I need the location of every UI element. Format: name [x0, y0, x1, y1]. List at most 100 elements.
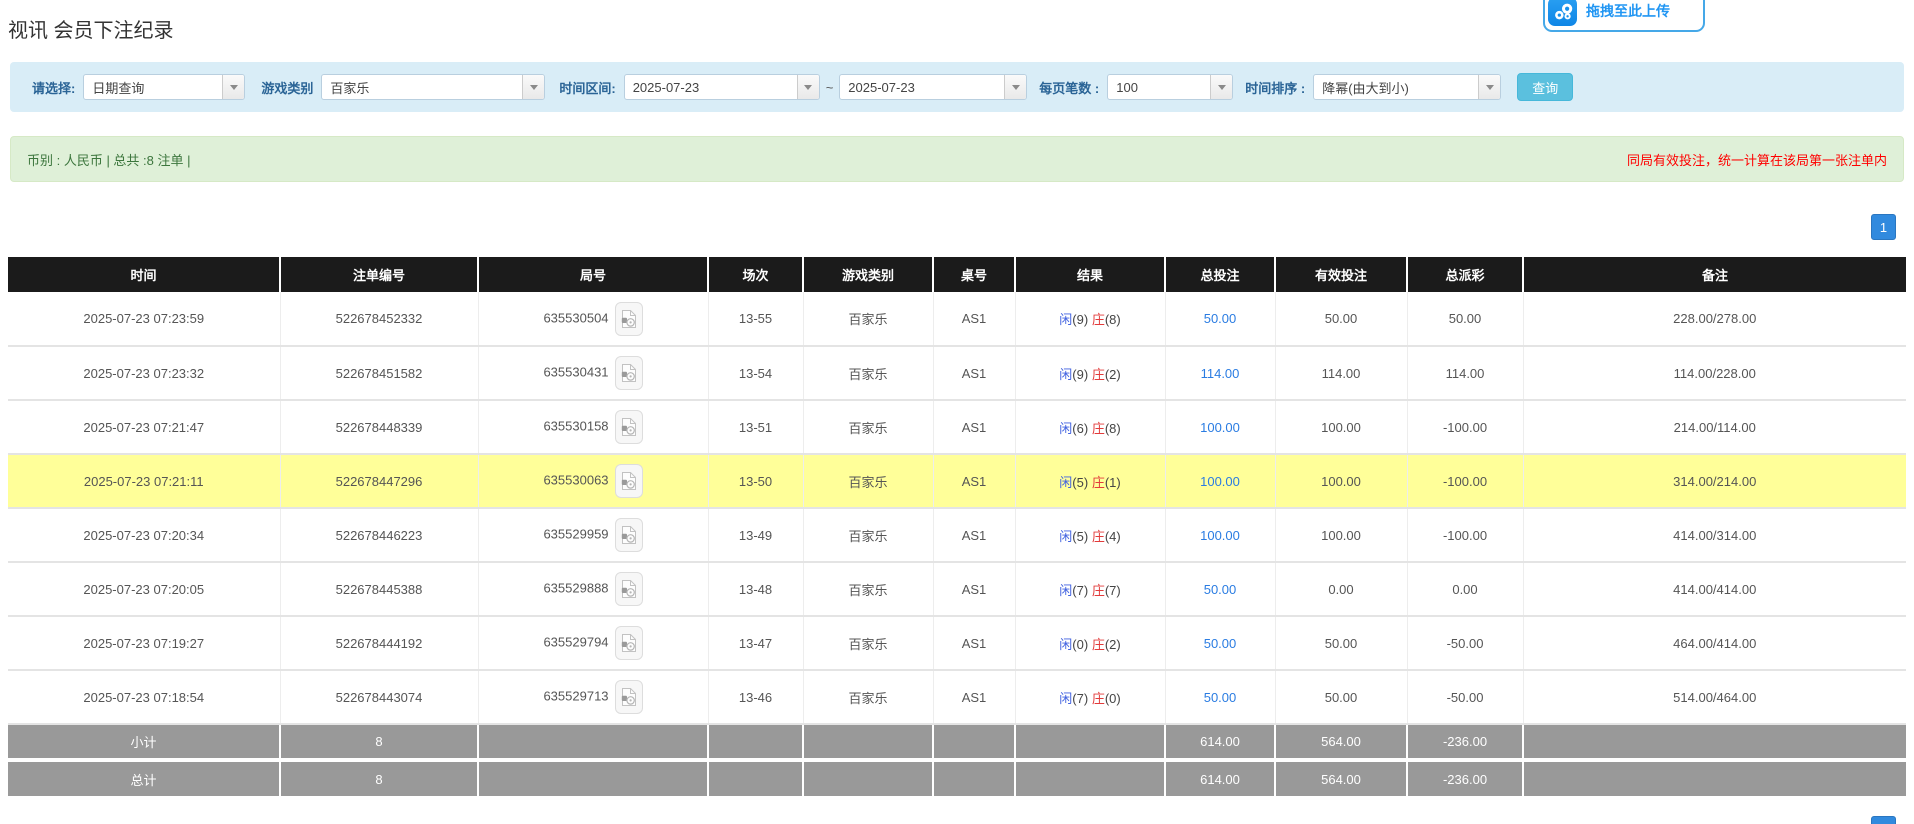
total-bet-link[interactable]: 50.00 — [1204, 636, 1237, 651]
range-tilde: ~ — [826, 80, 834, 95]
footer-empty — [933, 724, 1015, 758]
chevron-down-icon[interactable] — [1004, 75, 1026, 99]
result-player: 闲 — [1059, 421, 1072, 436]
date-from-select[interactable]: 2025-07-23 — [624, 74, 820, 100]
cell-note: 314.00/214.00 — [1523, 454, 1906, 508]
summary-bar: 币别 : 人民币 | 总共 :8 注单 | 同局有效投注，统一计算在该局第一张注… — [10, 136, 1904, 182]
total-bet-link[interactable]: 50.00 — [1204, 690, 1237, 705]
total-bet-link[interactable]: 100.00 — [1200, 420, 1240, 435]
cell-total-bet: 50.00 — [1165, 670, 1275, 724]
result-player-score: (7) — [1072, 583, 1088, 598]
video-file-icon[interactable] — [615, 302, 643, 336]
cell-game: 百家乐 — [803, 562, 933, 616]
footer-empty — [1523, 762, 1906, 796]
drag-upload-dropzone[interactable]: 拖拽至此上传 — [1543, 0, 1705, 32]
result-banker-score: (8) — [1105, 421, 1121, 436]
footer-valid-bet: 564.00 — [1275, 762, 1407, 796]
result-banker: 庄 — [1092, 583, 1105, 598]
footer-empty — [933, 762, 1015, 796]
cell-valid-bet: 100.00 — [1275, 454, 1407, 508]
round-number: 635529888 — [543, 580, 608, 595]
cell-note: 414.00/414.00 — [1523, 562, 1906, 616]
game-category-label: 游戏类别 — [261, 78, 313, 97]
filter-bar: 请选择: 日期查询 游戏类别 百家乐 时间区间: 2025-07-23 ~ 20… — [10, 62, 1904, 112]
cell-total-bet: 114.00 — [1165, 346, 1275, 400]
footer-count: 8 — [280, 762, 478, 796]
result-player: 闲 — [1059, 583, 1072, 598]
footer-empty — [803, 762, 933, 796]
col-header-game: 游戏类别 — [803, 257, 933, 292]
cell-payout: -100.00 — [1407, 400, 1523, 454]
cell-result: 闲(9) 庄(2) — [1015, 346, 1165, 400]
date-to-value: 2025-07-23 — [840, 75, 1004, 99]
cell-bet-id: 522678443074 — [280, 670, 478, 724]
date-from-value: 2025-07-23 — [625, 75, 797, 99]
footer-empty — [708, 762, 803, 796]
table-row: 2025-07-23 07:21:11522678447296635530063… — [8, 454, 1906, 508]
table-row: 2025-07-23 07:23:59522678452332635530504… — [8, 292, 1906, 346]
cell-note: 464.00/414.00 — [1523, 616, 1906, 670]
cell-result: 闲(6) 庄(8) — [1015, 400, 1165, 454]
result-banker-score: (8) — [1105, 312, 1121, 327]
cell-bet-id: 522678447296 — [280, 454, 478, 508]
cell-round: 635529959 — [478, 508, 708, 562]
cell-valid-bet: 50.00 — [1275, 292, 1407, 346]
table-row: 2025-07-23 07:20:34522678446223635529959… — [8, 508, 1906, 562]
result-player: 闲 — [1059, 529, 1072, 544]
result-banker: 庄 — [1092, 691, 1105, 706]
total-bet-link[interactable]: 50.00 — [1204, 311, 1237, 326]
game-category-select[interactable]: 百家乐 — [321, 74, 545, 100]
video-file-icon[interactable] — [615, 572, 643, 606]
total-bet-link[interactable]: 100.00 — [1200, 528, 1240, 543]
time-sort-label: 时间排序 : — [1245, 78, 1305, 97]
cell-payout: -50.00 — [1407, 670, 1523, 724]
cell-total-bet: 50.00 — [1165, 562, 1275, 616]
cell-valid-bet: 100.00 — [1275, 400, 1407, 454]
video-file-icon[interactable] — [615, 356, 643, 390]
cell-round: 635530158 — [478, 400, 708, 454]
cell-note: 114.00/228.00 — [1523, 346, 1906, 400]
cell-table: AS1 — [933, 562, 1015, 616]
currency-total-text: 币别 : 人民币 | 总共 :8 注单 | — [27, 150, 191, 169]
chevron-down-icon[interactable] — [222, 75, 244, 99]
search-button[interactable]: 查询 — [1517, 73, 1573, 101]
total-bet-link[interactable]: 50.00 — [1204, 582, 1237, 597]
chevron-down-icon[interactable] — [797, 75, 819, 99]
round-number: 635529794 — [543, 634, 608, 649]
cell-bet-id: 522678444192 — [280, 616, 478, 670]
page-size-select[interactable]: 100 — [1107, 74, 1233, 100]
video-file-icon[interactable] — [615, 518, 643, 552]
result-player-score: (5) — [1072, 529, 1088, 544]
pagination-page-1-bottom[interactable]: 1 — [1871, 816, 1896, 824]
cell-payout: -100.00 — [1407, 508, 1523, 562]
video-file-icon[interactable] — [615, 410, 643, 444]
time-sort-select[interactable]: 降幂(由大到小) — [1313, 74, 1501, 100]
cell-session: 13-54 — [708, 346, 803, 400]
grandtotal-row: 总计8614.00564.00-236.00 — [8, 762, 1906, 796]
footer-valid-bet: 564.00 — [1275, 724, 1407, 758]
footer-payout: -236.00 — [1407, 762, 1523, 796]
cell-session: 13-55 — [708, 292, 803, 346]
cell-result: 闲(7) 庄(7) — [1015, 562, 1165, 616]
time-sort-value: 降幂(由大到小) — [1314, 75, 1478, 99]
chevron-down-icon[interactable] — [522, 75, 544, 99]
date-to-select[interactable]: 2025-07-23 — [839, 74, 1027, 100]
cell-table: AS1 — [933, 616, 1015, 670]
page-size-value: 100 — [1108, 75, 1210, 99]
query-type-select[interactable]: 日期查询 — [83, 74, 245, 100]
cell-result: 闲(0) 庄(2) — [1015, 616, 1165, 670]
video-file-icon[interactable] — [615, 464, 643, 498]
cell-session: 13-47 — [708, 616, 803, 670]
cell-session: 13-46 — [708, 670, 803, 724]
video-file-icon[interactable] — [615, 680, 643, 714]
pagination-page-1-top[interactable]: 1 — [1871, 214, 1896, 240]
total-bet-link[interactable]: 100.00 — [1200, 474, 1240, 489]
total-bet-link[interactable]: 114.00 — [1201, 366, 1240, 381]
chevron-down-icon[interactable] — [1210, 75, 1232, 99]
time-range-label: 时间区间: — [559, 78, 615, 97]
chevron-down-icon[interactable] — [1478, 75, 1500, 99]
video-file-icon[interactable] — [615, 626, 643, 660]
result-player-score: (6) — [1072, 421, 1088, 436]
cell-result: 闲(9) 庄(8) — [1015, 292, 1165, 346]
result-banker-score: (2) — [1105, 367, 1121, 382]
